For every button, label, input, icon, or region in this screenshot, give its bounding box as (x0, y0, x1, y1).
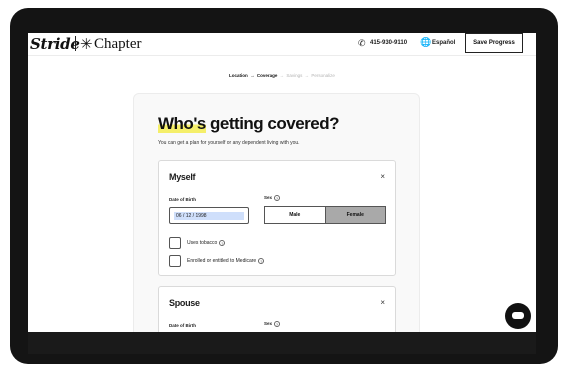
title-rest: getting covered? (205, 114, 339, 133)
sex-option-male[interactable]: Male (265, 207, 325, 223)
save-progress-button[interactable]: Save Progress (465, 33, 523, 53)
chapter-asterisk-icon: ✳ (80, 36, 93, 53)
tobacco-row: Uses tobacco ? (169, 237, 226, 249)
medicare-checkbox[interactable] (169, 255, 181, 267)
help-icon[interactable]: ? (258, 258, 265, 264)
help-icon[interactable]: ? (274, 195, 281, 201)
page-subtitle: You can get a plan for yourself or any d… (158, 140, 300, 146)
tobacco-label: Uses tobacco (187, 240, 218, 246)
sex-toggle: Male Female (264, 206, 386, 224)
dob-value: 06 / 12 / 1998 (174, 212, 244, 220)
medicare-row: Enrolled or entitled to Medicare ? (169, 255, 265, 267)
person-card-myself: Myself × Date of Birth 06 / 12 / 1998 Se… (158, 160, 396, 276)
language-toggle[interactable]: Español (432, 40, 455, 46)
chat-button[interactable] (505, 303, 531, 329)
phone-icon: ✆ (358, 38, 366, 48)
step-arrow-icon: → (279, 73, 285, 78)
step-location: Location (229, 73, 248, 78)
person-name: Spouse (169, 298, 200, 308)
globe-icon: 🌐 (420, 37, 432, 47)
person-card-spouse: Spouse × Date of Birth Sex? (158, 286, 396, 332)
dob-field[interactable]: 06 / 12 / 1998 (169, 207, 249, 224)
chat-bubble-icon (512, 312, 524, 319)
step-coverage: Coverage (256, 73, 278, 78)
help-icon[interactable]: ? (219, 240, 226, 246)
sex-label-row: Sex? (264, 195, 281, 201)
sex-label-row: Sex? (264, 321, 281, 327)
chapter-logo[interactable]: Chapter (94, 36, 141, 53)
close-icon[interactable]: × (380, 298, 385, 307)
dob-label: Date of Birth (169, 323, 196, 328)
progress-breadcrumb: Location → Coverage → Savings → Personal… (28, 73, 536, 78)
stride-logo[interactable]: Stride (30, 35, 80, 53)
step-arrow-icon: → (250, 73, 255, 78)
site-header: Stride ✳ Chapter ✆ 415-930-9110 🌐 Españo… (28, 33, 536, 56)
medicare-label: Enrolled or entitled to Medicare (187, 258, 257, 264)
coverage-form-card: Who's getting covered? You can get a pla… (133, 93, 420, 332)
step-savings: Savings (286, 73, 303, 78)
person-name: Myself (169, 172, 196, 182)
sex-label: Sex (264, 321, 273, 327)
help-icon[interactable]: ? (274, 321, 281, 327)
page-title: Who's getting covered? (158, 114, 340, 134)
phone-number-link[interactable]: 415-930-9110 (370, 40, 407, 46)
tobacco-checkbox[interactable] (169, 237, 181, 249)
step-arrow-icon: → (304, 73, 310, 78)
laptop-chin (28, 332, 536, 354)
logo-divider (75, 36, 76, 51)
sex-label: Sex (264, 195, 273, 201)
step-personalize: Personalize (311, 73, 335, 78)
dob-label: Date of Birth (169, 197, 196, 202)
close-icon[interactable]: × (380, 172, 385, 181)
browser-viewport: Stride ✳ Chapter ✆ 415-930-9110 🌐 Españo… (28, 33, 536, 332)
sex-option-female[interactable]: Female (324, 207, 385, 223)
title-highlight: Who's (158, 114, 206, 133)
